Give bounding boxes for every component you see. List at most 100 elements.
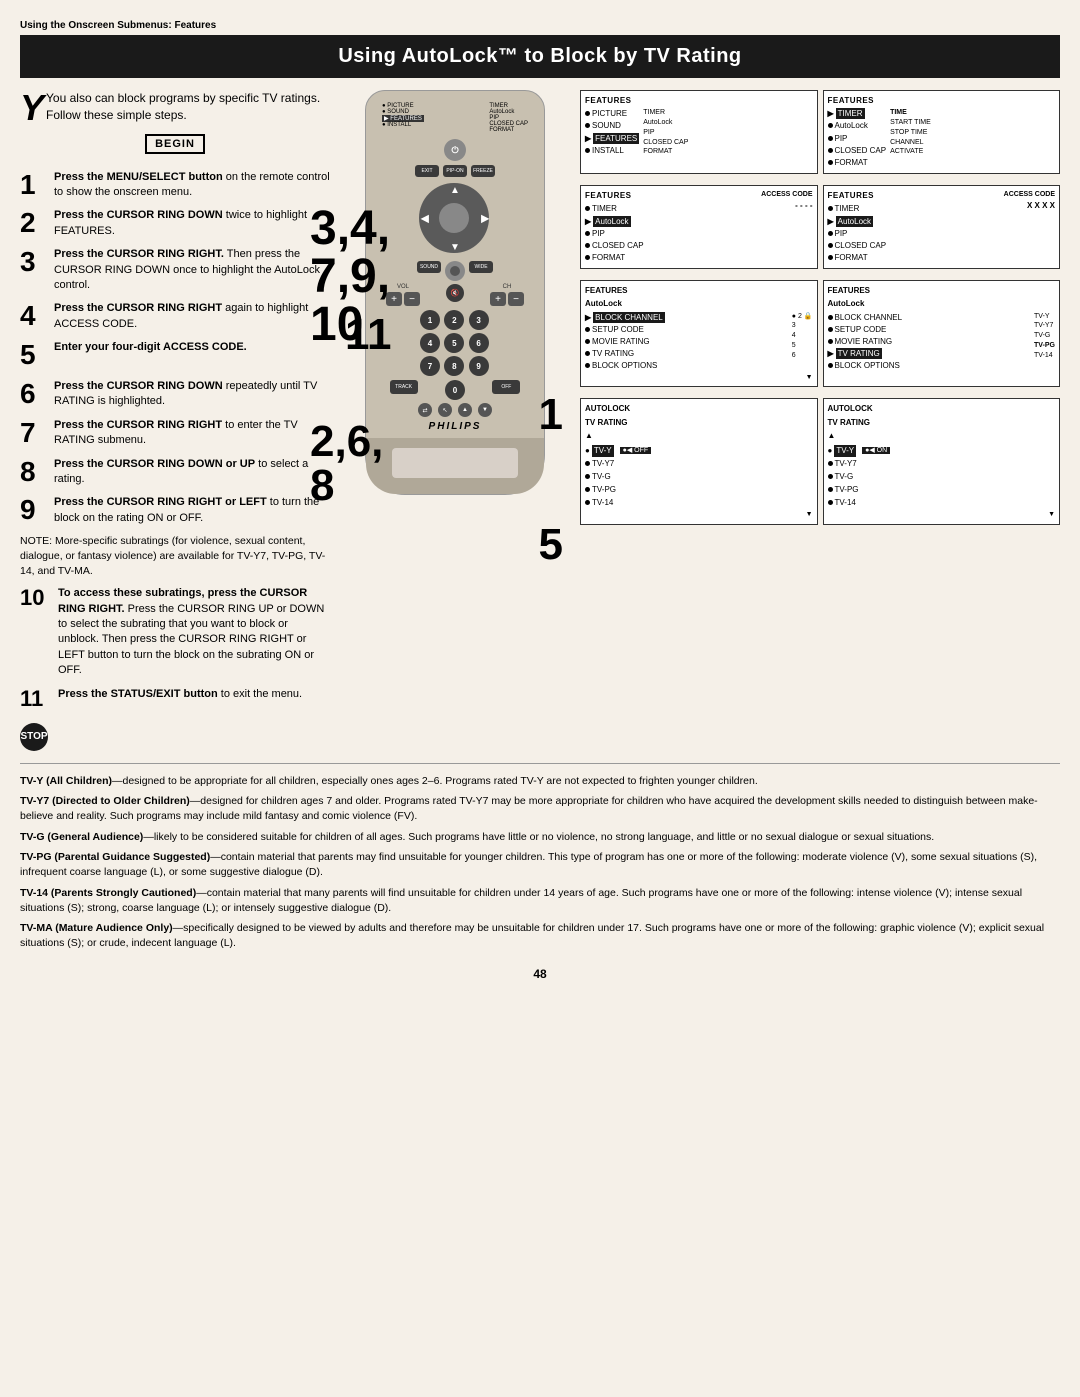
panel-7-tvg: TV-G: [585, 471, 813, 483]
step-1-number: 1: [20, 170, 48, 201]
panel-5-blockch: ▶ BLOCK CHANNEL: [585, 312, 665, 323]
panel-8-tvg: TV-G: [828, 471, 1056, 483]
bullet-icon: [828, 339, 833, 344]
bullet-icon: [585, 500, 590, 505]
step-2: 2 Press the CURSOR RING DOWN twice to hi…: [20, 208, 330, 239]
step-5-text: Enter your four-digit ACCESS CODE.: [54, 340, 330, 355]
bullet-icon: [585, 231, 590, 236]
btn-3[interactable]: 3: [469, 310, 489, 330]
remote-body: ● PICTURE ● SOUND ▶ FEATURES ● INSTALL T…: [365, 90, 545, 495]
bullet-icon: [828, 160, 833, 165]
panel-6-block: BLOCK OPTIONS: [828, 360, 903, 371]
panel-3-title: FEATURES: [585, 190, 644, 201]
btn-0[interactable]: 0: [445, 380, 465, 400]
bullet-icon: [585, 351, 590, 356]
off-btn[interactable]: OFF: [492, 380, 520, 394]
pip-pos[interactable]: ↖: [438, 403, 452, 417]
step-9-number: 9: [20, 495, 48, 526]
panel-8-tvy7: TV-Y7: [828, 458, 1056, 470]
pip-ch-up[interactable]: ▲: [458, 403, 472, 417]
panel-8-tv14: TV-14: [828, 497, 1056, 509]
btn-8[interactable]: 8: [444, 356, 464, 376]
arrow-left-icon: ◀: [421, 214, 429, 225]
sound-btn[interactable]: SOUND: [417, 261, 441, 273]
arrow-up-icon: ▲: [828, 431, 836, 440]
panel-4-pip: PIP: [828, 228, 887, 239]
pip-ch-dn[interactable]: ▼: [478, 403, 492, 417]
arrow-icon: ▶: [585, 133, 591, 144]
right-column: FEATURES PICTURE SOUND ▶ FEATURES INSTAL…: [580, 90, 1060, 751]
intro-body: You also can block programs by specific …: [46, 91, 320, 122]
vol-minus[interactable]: −: [404, 292, 420, 306]
panel-5-tv: TV RATING: [585, 348, 665, 359]
bullet-icon: [828, 461, 833, 466]
page-number: 48: [20, 967, 1060, 981]
panels-row-3: FEATURES AutoLock ▶ BLOCK CHANNEL SETUP …: [580, 280, 1060, 387]
exit-btn[interactable]: EXIT: [415, 165, 439, 177]
remote-top-row: ⏻: [376, 137, 534, 163]
step-6-text: Press the CURSOR RING DOWN repeatedly un…: [54, 379, 330, 410]
btn-5[interactable]: 5: [444, 333, 464, 353]
overlay-numbers-268: 2,6,8: [310, 420, 383, 508]
remote-wrapper: ● PICTURE ● SOUND ▶ FEATURES ● INSTALL T…: [365, 90, 545, 495]
arrow-up-icon: ▲: [450, 185, 460, 196]
step-7-text: Press the CURSOR RING RIGHT to enter the…: [54, 418, 330, 449]
power-button[interactable]: ⏻: [444, 139, 466, 161]
def-tvpg: TV-PG (Parental Guidance Suggested)—cont…: [20, 850, 1060, 879]
step-4-text: Press the CURSOR RING RIGHT again to hig…: [54, 301, 330, 332]
step-10: 10 To access these subratings, press the…: [20, 586, 330, 678]
menu-select-btn[interactable]: [445, 261, 465, 281]
panel-5-block: BLOCK OPTIONS: [585, 360, 665, 371]
btn-2[interactable]: 2: [444, 310, 464, 330]
step-10-text: To access these subratings, press the CU…: [58, 586, 330, 678]
wide-btn[interactable]: WIDE: [469, 261, 493, 273]
step-2-number: 2: [20, 208, 48, 239]
bullet-icon: [828, 487, 833, 492]
btn-4[interactable]: 4: [420, 333, 440, 353]
panel-4-title: FEATURES: [828, 190, 887, 201]
panel-7-tvy7: TV-Y7: [585, 458, 813, 470]
ch-minus[interactable]: −: [508, 292, 524, 306]
track-btn[interactable]: TRACK: [390, 380, 418, 394]
def-tvg: TV-G (General Audience)—likely to be con…: [20, 830, 1060, 845]
step-11-text: Press the STATUS/EXIT button to exit the…: [58, 687, 330, 702]
btn-7[interactable]: 7: [420, 356, 440, 376]
bullet-icon: [828, 255, 833, 260]
panel-6-setup: SETUP CODE: [828, 324, 903, 335]
panel-2-autolock: AutoLock: [828, 120, 887, 131]
ch-btns: + −: [490, 292, 524, 306]
panel-6-movie: MOVIE RATING: [828, 336, 903, 347]
overlay-number-1: 1: [539, 390, 563, 440]
panel-1-content: PICTURE SOUND ▶ FEATURES INSTALL TIMER A…: [585, 108, 813, 157]
panel-3-format: FORMAT: [585, 252, 644, 263]
freeze-btn[interactable]: FREEZE: [471, 165, 495, 177]
pip-swap[interactable]: ⇄: [418, 403, 432, 417]
def-tvy: TV-Y (All Children)—designed to be appro…: [20, 774, 1060, 789]
numpad: 1 2 3 4 5 6 7 8 9: [420, 310, 490, 376]
bullet-icon: [585, 243, 590, 248]
overlay-number-5: 5: [539, 520, 563, 570]
step-7-number: 7: [20, 418, 48, 449]
step-8: 8 Press the CURSOR RING DOWN or UP to se…: [20, 457, 330, 488]
panel-tv-rating-on: AutoLock TV RATING ▲ ● TV-Y ●◀ ON TV-Y7 …: [823, 398, 1061, 525]
arrow-icon: ●: [828, 445, 833, 457]
btn-6[interactable]: 6: [469, 333, 489, 353]
sound-menu-row: SOUND WIDE: [376, 261, 534, 281]
mute-btn[interactable]: 🔇: [446, 284, 464, 302]
step-9: 9 Press the CURSOR RING RIGHT or LEFT to…: [20, 495, 330, 526]
panel-1-features: ▶ FEATURES: [585, 133, 639, 144]
step-5: 5 Enter your four-digit ACCESS CODE.: [20, 340, 330, 371]
ch-plus[interactable]: +: [490, 292, 506, 306]
bullet-icon: ▲: [585, 430, 593, 442]
bullet-icon: [585, 339, 590, 344]
def-tv14: TV-14 (Parents Strongly Cautioned)—conta…: [20, 886, 1060, 915]
pip-btn[interactable]: PIP-ON: [443, 165, 467, 177]
panel-features-2: FEATURES ▶ TIMER AutoLock PIP CLOSED CAP…: [823, 90, 1061, 174]
vol-btns: + −: [386, 292, 420, 306]
btn-9[interactable]: 9: [469, 356, 489, 376]
panel-4-timer: TIMER: [828, 203, 887, 214]
btn-1[interactable]: 1: [420, 310, 440, 330]
bullet-icon: [828, 474, 833, 479]
panel-4-autolock: ▶ AutoLock: [828, 216, 887, 227]
bullet-icon: [585, 111, 590, 116]
